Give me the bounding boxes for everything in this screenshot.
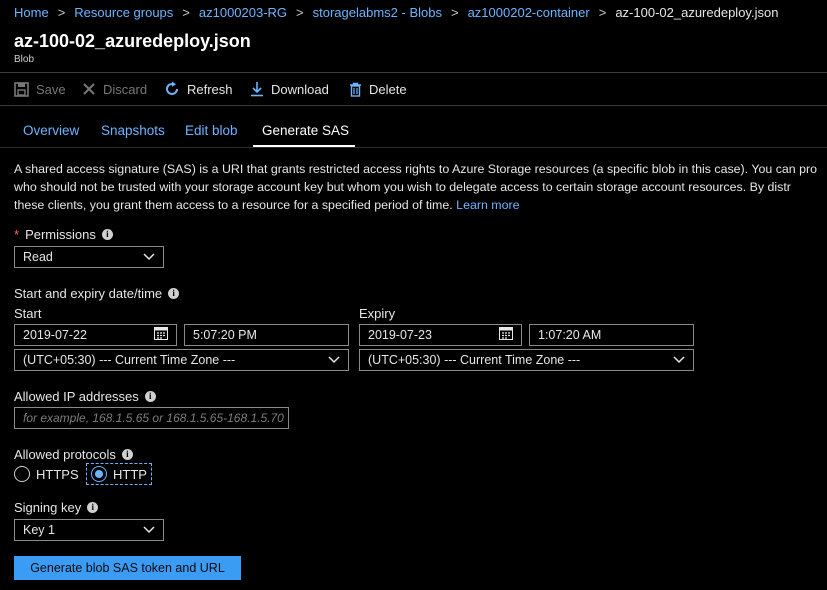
ip-input[interactable]: for example, 168.1.5.65 or 168.1.5.65-16… <box>14 407 289 429</box>
breadcrumb-home[interactable]: Home <box>14 5 49 20</box>
info-icon[interactable]: i <box>87 502 99 513</box>
permissions-select[interactable]: Read <box>14 246 164 268</box>
save-label: Save <box>36 81 66 97</box>
expiry-date-input[interactable]: 2019-07-23 <box>359 324 522 346</box>
radio-https-label: HTTPS <box>36 466 79 482</box>
page-title: az-100-02_azuredeploy.json <box>14 31 251 51</box>
chevron-down-icon <box>143 250 155 264</box>
signing-key-select[interactable]: Key 1 <box>14 519 164 541</box>
start-date-value: 2019-07-22 <box>23 328 87 342</box>
ip-label: Allowed IP addresses i <box>14 389 156 404</box>
breadcrumb-current: az-100-02_azuredeploy.json <box>615 5 779 20</box>
refresh-icon <box>164 81 180 97</box>
breadcrumb-separator: > <box>57 5 66 20</box>
delete-button[interactable]: Delete <box>349 80 407 98</box>
calendar-icon[interactable] <box>499 327 513 343</box>
description-line: who should not be trusted with your stor… <box>14 180 791 194</box>
generate-sas-button[interactable]: Generate blob SAS token and URL <box>14 556 241 580</box>
tab-generate-sas[interactable]: Generate SAS <box>262 123 349 138</box>
breadcrumb-container[interactable]: az1000202-container <box>468 5 590 20</box>
trash-icon <box>349 82 362 97</box>
dates-label: Start and expiry date/time i <box>14 286 180 301</box>
info-icon[interactable]: i <box>121 449 133 460</box>
start-timezone-value: (UTC+05:30) --- Current Time Zone --- <box>23 353 236 367</box>
ip-placeholder: for example, 168.1.5.65 or 168.1.5.65-16… <box>23 411 284 425</box>
start-timezone-select[interactable]: (UTC+05:30) --- Current Time Zone --- <box>14 349 349 371</box>
description-line: these clients, you grant them access to … <box>14 198 520 212</box>
page-subtitle: Blob <box>14 54 35 65</box>
tab-overview[interactable]: Overview <box>23 123 79 138</box>
download-button[interactable]: Download <box>250 80 329 98</box>
breadcrumb: Home > Resource groups > az1000203-RG > storag… <box>14 5 778 21</box>
expiry-label: Expiry <box>359 306 396 321</box>
refresh-label: Refresh <box>187 81 233 97</box>
chevron-down-icon <box>328 353 340 367</box>
expiry-timezone-select[interactable]: (UTC+05:30) --- Current Time Zone --- <box>359 349 694 371</box>
sas-description: A shared access signature (SAS) is a URI… <box>14 160 827 214</box>
start-date-input[interactable]: 2019-07-22 <box>14 324 177 346</box>
breadcrumb-separator: > <box>296 5 304 20</box>
radio-https[interactable]: HTTPS <box>14 466 79 482</box>
chevron-down-icon <box>143 523 155 537</box>
download-label: Download <box>271 81 329 97</box>
close-icon <box>82 82 96 96</box>
breadcrumb-separator: > <box>450 5 459 20</box>
learn-more-link[interactable]: Learn more <box>456 198 519 212</box>
permissions-value: Read <box>23 250 53 264</box>
calendar-icon[interactable] <box>154 327 168 343</box>
expiry-timezone-value: (UTC+05:30) --- Current Time Zone --- <box>368 353 581 367</box>
info-icon[interactable]: i <box>168 288 180 299</box>
breadcrumb-resource-groups[interactable]: Resource groups <box>74 5 173 20</box>
expiry-time-value: 1:07:20 AM <box>538 328 602 342</box>
permissions-label: * Permissions i <box>14 227 113 242</box>
refresh-button[interactable]: Refresh <box>164 80 233 98</box>
expiry-date-value: 2019-07-23 <box>368 328 432 342</box>
chevron-down-icon <box>673 353 685 367</box>
protocols-label: Allowed protocols i <box>14 447 133 462</box>
radio-http[interactable]: HTTP <box>86 463 152 485</box>
radio-http-label: HTTP <box>113 466 147 482</box>
start-time-input[interactable]: 5:07:20 PM <box>184 324 349 346</box>
radio-https-circle[interactable] <box>14 466 30 482</box>
info-icon[interactable]: i <box>101 229 113 240</box>
breadcrumb-separator: > <box>598 5 607 20</box>
header-divider <box>0 72 827 73</box>
discard-label: Discard <box>103 81 148 97</box>
tabs-divider <box>0 147 827 148</box>
discard-button[interactable]: Discard <box>82 80 147 98</box>
expiry-time-input[interactable]: 1:07:20 AM <box>529 324 694 346</box>
delete-label: Delete <box>369 81 407 97</box>
radio-http-circle[interactable] <box>91 466 107 482</box>
tab-edit-blob[interactable]: Edit blob <box>185 123 238 138</box>
start-time-value: 5:07:20 PM <box>193 328 257 342</box>
tab-snapshots[interactable]: Snapshots <box>101 123 165 138</box>
info-icon[interactable]: i <box>144 391 156 402</box>
signing-key-label: Signing key i <box>14 500 99 515</box>
start-label: Start <box>14 306 42 321</box>
breadcrumb-storage-blobs[interactable]: storagelabms2 - Blobs <box>313 5 442 20</box>
save-icon <box>14 81 29 97</box>
breadcrumb-resource-group[interactable]: az1000203-RG <box>199 5 287 20</box>
required-marker: * <box>14 227 20 242</box>
save-button[interactable]: Save <box>14 80 66 98</box>
breadcrumb-separator: > <box>182 5 190 20</box>
description-line: A shared access signature (SAS) is a URI… <box>14 162 818 176</box>
toolbar-divider <box>0 105 827 106</box>
download-icon <box>250 81 264 97</box>
signing-key-value: Key 1 <box>23 523 55 537</box>
